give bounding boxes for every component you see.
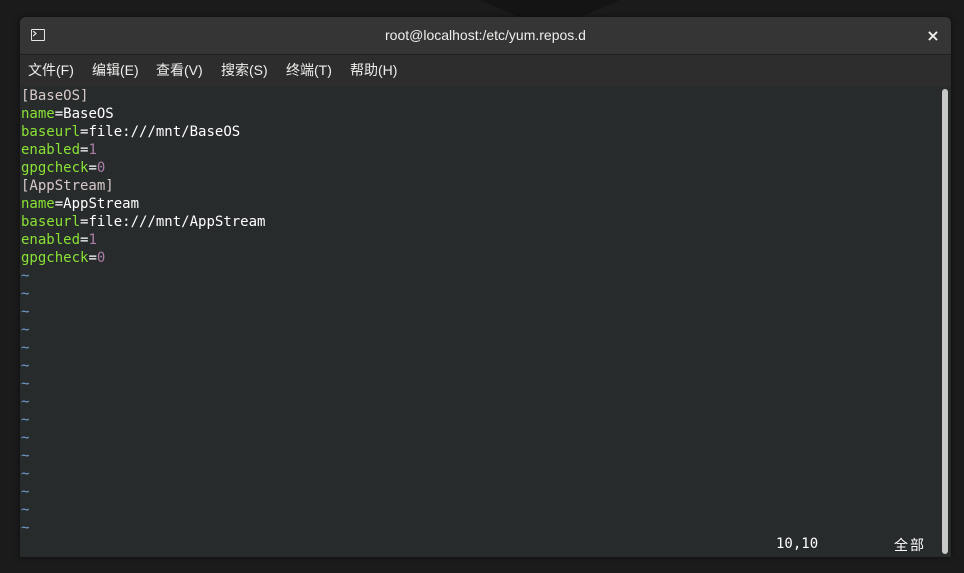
file-line: name=BaseOS — [21, 105, 265, 123]
file-line: gpgcheck=0 — [21, 159, 265, 177]
menu-search[interactable]: 搜索(S) — [221, 55, 268, 86]
tilde-marker: ~ — [21, 466, 30, 482]
menu-edit[interactable]: 编辑(E) — [92, 55, 139, 86]
config-value: 1 — [88, 142, 97, 158]
tilde-marker: ~ — [21, 502, 30, 518]
equals-sign: = — [88, 250, 97, 266]
close-icon[interactable]: × — [922, 25, 944, 47]
file-line: [BaseOS] — [21, 87, 265, 105]
config-key: gpgcheck — [21, 250, 89, 266]
tilde-marker: ~ — [21, 304, 30, 320]
file-line: baseurl=file:///mnt/BaseOS — [21, 123, 265, 141]
scroll-scope: 全部 — [894, 537, 926, 553]
terminal-content[interactable]: [BaseOS] name=BaseOS baseurl=file:///mnt/B… — [20, 86, 951, 557]
tilde-marker: ~ — [21, 322, 30, 338]
equals-sign: = — [54, 106, 64, 122]
empty-line: ~ — [21, 411, 265, 429]
window-title: root@localhost:/etc/yum.repos.d — [385, 27, 586, 43]
config-key: enabled — [21, 232, 81, 248]
terminal-window: root@localhost:/etc/yum.repos.d × 文件(F) … — [20, 17, 951, 557]
config-value: 0 — [96, 250, 106, 266]
tilde-marker: ~ — [21, 430, 30, 446]
empty-line: ~ — [21, 375, 265, 393]
config-key: baseurl — [21, 214, 81, 230]
equals-sign: = — [88, 160, 97, 176]
tilde-marker: ~ — [21, 358, 30, 374]
config-value: 1 — [88, 232, 97, 248]
empty-line: ~ — [21, 285, 265, 303]
tilde-marker: ~ — [21, 286, 30, 302]
section-header: [BaseOS] — [21, 88, 89, 104]
empty-line: ~ — [21, 429, 265, 447]
empty-line: ~ — [21, 393, 265, 411]
section-header: [AppStream] — [21, 178, 114, 194]
tilde-marker: ~ — [21, 376, 30, 392]
file-line: [AppStream] — [21, 177, 265, 195]
menu-bar: 文件(F) 编辑(E) 查看(V) 搜索(S) 终端(T) 帮助(H) — [20, 55, 951, 86]
file-line: baseurl=file:///mnt/AppStream — [21, 213, 265, 231]
empty-line: ~ — [21, 303, 265, 321]
empty-line: ~ — [21, 321, 265, 339]
tilde-marker: ~ — [21, 520, 30, 536]
file-line: name=AppStream — [21, 195, 265, 213]
equals-sign: = — [54, 196, 64, 212]
empty-line: ~ — [21, 267, 265, 285]
tilde-marker: ~ — [21, 484, 30, 500]
menu-help[interactable]: 帮助(H) — [350, 55, 397, 86]
menu-file[interactable]: 文件(F) — [28, 55, 74, 86]
empty-line: ~ — [21, 447, 265, 465]
file-line: gpgcheck=0 — [21, 249, 265, 267]
config-key: gpgcheck — [21, 160, 89, 176]
config-key: baseurl — [21, 124, 81, 140]
file-line: enabled=1 — [21, 231, 265, 249]
config-value: AppStream — [63, 196, 140, 212]
config-value: file:///mnt/BaseOS — [88, 124, 241, 140]
tilde-marker: ~ — [21, 448, 30, 464]
cursor-position: 10,10 — [776, 536, 819, 552]
titlebar[interactable]: root@localhost:/etc/yum.repos.d × — [20, 17, 951, 55]
editor-buffer[interactable]: [BaseOS] name=BaseOS baseurl=file:///mnt/B… — [21, 87, 265, 537]
tilde-marker: ~ — [21, 340, 30, 356]
empty-line: ~ — [21, 501, 265, 519]
config-value: file:///mnt/AppStream — [88, 214, 266, 230]
empty-line: ~ — [21, 357, 265, 375]
config-value: BaseOS — [63, 106, 114, 122]
tilde-marker: ~ — [21, 412, 30, 428]
config-key: name — [21, 196, 55, 212]
config-key: enabled — [21, 142, 81, 158]
file-line: enabled=1 — [21, 141, 265, 159]
empty-line: ~ — [21, 339, 265, 357]
tilde-marker: ~ — [21, 394, 30, 410]
empty-line: ~ — [21, 519, 265, 537]
menu-terminal[interactable]: 终端(T) — [286, 55, 332, 86]
empty-line: ~ — [21, 465, 265, 483]
menu-view[interactable]: 查看(V) — [156, 55, 203, 86]
config-value: 0 — [96, 160, 106, 176]
scrollbar[interactable] — [942, 89, 948, 554]
tilde-marker: ~ — [21, 268, 30, 284]
empty-line: ~ — [21, 483, 265, 501]
config-key: name — [21, 106, 55, 122]
